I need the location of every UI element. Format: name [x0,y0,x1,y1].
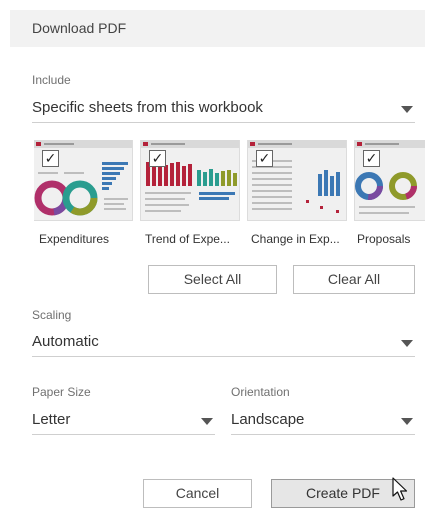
sheet-thumbnail-expenditures[interactable]: ✓ [34,140,132,224]
mouse-pointer-icon [392,477,408,501]
checkbox[interactable]: ✓ [256,150,273,167]
sheet-thumbnail-proposals[interactable]: ✓ [355,140,425,224]
dialog-header: Download PDF [10,10,425,47]
sheet-caption-proposals: Proposals [357,232,411,246]
chevron-down-icon [201,418,213,425]
chevron-down-icon [401,106,413,113]
sheet-caption-trend: Trend of Expe... [145,232,230,246]
checkbox[interactable]: ✓ [363,150,380,167]
checkbox[interactable]: ✓ [42,150,59,167]
include-select[interactable]: Specific sheets from this workbook [32,97,415,123]
sheet-thumbnail-trend[interactable]: ✓ [141,140,239,224]
select-all-button[interactable]: Select All [148,265,277,294]
orientation-label: Orientation [231,385,290,399]
include-label: Include [32,73,71,87]
sheet-thumbnail-change[interactable]: ✓ [248,140,346,224]
dialog-title: Download PDF [32,20,127,36]
scaling-select[interactable]: Automatic [32,331,415,357]
paper-size-select[interactable]: Letter [32,409,215,435]
chevron-down-icon [401,340,413,347]
scaling-label: Scaling [32,308,72,322]
sheet-thumbnails: ✓ ✓ ✓ ✓ Expenditures Trend of Expe... Ch… [34,140,425,250]
clear-all-button[interactable]: Clear All [293,265,415,294]
checkbox[interactable]: ✓ [149,150,166,167]
cancel-button[interactable]: Cancel [143,479,252,508]
orientation-select-value: Landscape [231,411,305,428]
chevron-down-icon [401,418,413,425]
sheet-caption-expenditures: Expenditures [39,232,110,246]
scaling-select-value: Automatic [32,333,99,350]
include-select-value: Specific sheets from this workbook [32,99,263,116]
sheet-caption-change: Change in Exp... [251,232,340,246]
orientation-select[interactable]: Landscape [231,409,415,435]
paper-size-label: Paper Size [32,385,91,399]
paper-size-select-value: Letter [32,411,71,428]
